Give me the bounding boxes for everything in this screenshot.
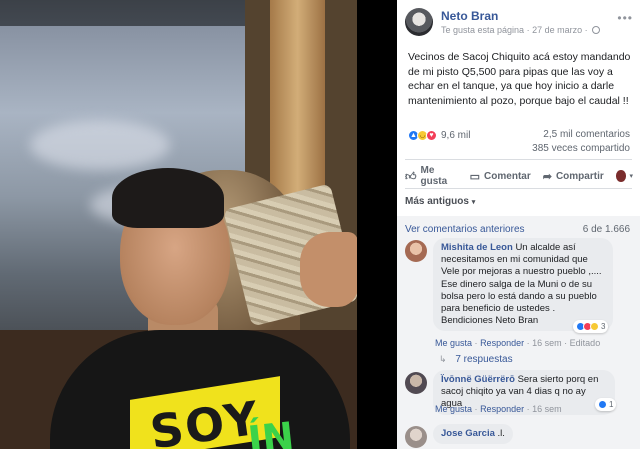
more-options-icon[interactable]: •••: [617, 11, 633, 25]
page-like-status: Te gusta esta página: [441, 25, 525, 35]
comments-section: Ver comentarios anteriores 6 de 1.666 Mi…: [397, 216, 640, 449]
replies-label: 7 respuestas: [455, 354, 513, 365]
acting-as-avatar[interactable]: [615, 170, 627, 182]
comment-actions: Me gusta · Responder · 16 sem: [435, 404, 562, 414]
comment-reply-link[interactable]: Responder: [480, 404, 524, 414]
comment-reaction-count: 3: [601, 322, 606, 331]
comment-time[interactable]: 16 sem: [532, 338, 562, 348]
share-button-label: Compartir: [555, 170, 604, 182]
like-button[interactable]: 👍︎ Me gusta: [405, 165, 458, 187]
man-hand: [300, 232, 357, 307]
author-avatar[interactable]: [405, 8, 433, 36]
meta-separator: ·: [584, 25, 588, 35]
share-button[interactable]: ➦ Compartir: [543, 170, 604, 183]
comment-author[interactable]: Ïvōnnë Güërrërō: [441, 374, 515, 385]
separator: ·: [474, 338, 478, 348]
comments-count[interactable]: 2,5 mil comentarios: [543, 129, 630, 140]
chevron-down-icon: ▾: [471, 199, 476, 206]
post-panel: Neto Bran Te gusta esta página · 27 de m…: [397, 0, 640, 449]
divider: [405, 159, 632, 160]
chevron-down-icon[interactable]: ▾: [629, 172, 633, 180]
comments-pager: 6 de 1.666: [582, 224, 630, 235]
post-photo[interactable]: SOY ÍN: [0, 0, 357, 449]
comment-like-link[interactable]: Me gusta: [435, 404, 472, 414]
view-replies-link[interactable]: ↳ 7 respuestas: [439, 354, 513, 365]
reactions-summary[interactable]: ▲ ◡ ♥ 9,6 mil: [408, 128, 470, 142]
comment-edited: Editado: [569, 338, 601, 348]
share-arrow-icon: ➦: [542, 170, 552, 183]
comment-sort-dropdown[interactable]: Más antiguos ▾: [405, 196, 475, 207]
comment-text: Un alcalde así necesitamos en mi comunid…: [441, 242, 602, 327]
post-header: Neto Bran Te gusta esta página · 27 de m…: [405, 8, 635, 40]
separator: ·: [564, 338, 568, 348]
separator: ·: [526, 338, 530, 348]
reply-arrow-icon: ↳: [439, 354, 447, 364]
view-previous-comments-link[interactable]: Ver comentarios anteriores: [405, 224, 525, 235]
comment-author[interactable]: Mishita de Leon: [441, 242, 513, 253]
comment: Ïvōnnë Güërrërō Sera sierto porq en saco…: [405, 370, 637, 416]
comment-bubble: Mishita de Leon Un alcalde así necesitam…: [433, 238, 613, 332]
post-text: Vecinos de Sacoj Chiquito acá estoy mand…: [408, 51, 631, 107]
separator: ·: [526, 404, 530, 414]
thumbs-up-icon: 👍︎: [405, 170, 417, 183]
comment-bubble: Jose Garcia .l.: [433, 424, 513, 445]
author-name[interactable]: Neto Bran: [441, 9, 498, 23]
action-bar: 👍︎ Me gusta ▭ Comentar ➦ Compartir ▾: [405, 165, 633, 187]
commenter-avatar[interactable]: [405, 426, 427, 448]
haha-reaction-icon: [590, 322, 599, 331]
comment-button-label: Comentar: [484, 170, 531, 182]
comment-like-link[interactable]: Me gusta: [435, 338, 472, 348]
meta-separator: ·: [526, 25, 530, 35]
shares-count[interactable]: 385 veces compartido: [532, 143, 630, 154]
love-reaction-icon: ♥: [426, 129, 437, 141]
comment-text: .l.: [497, 428, 505, 439]
comment: Jose Garcia .l.: [405, 424, 637, 449]
man-hair: [112, 168, 224, 228]
comment-reactions[interactable]: 1: [595, 398, 617, 411]
like-reaction-icon: [598, 400, 607, 409]
comment-actions: Me gusta · Responder · 16 sem · Editado: [435, 338, 600, 348]
reaction-count: 9,6 mil: [441, 129, 471, 141]
sort-label: Más antiguos: [405, 196, 469, 207]
separator: ·: [474, 404, 478, 414]
post-date[interactable]: 27 de marzo: [532, 25, 582, 35]
commenter-avatar[interactable]: [405, 240, 427, 262]
divider: [405, 188, 632, 189]
commenter-avatar[interactable]: [405, 372, 427, 394]
comment-button[interactable]: ▭ Comentar: [470, 170, 531, 183]
comment: Mishita de Leon Un alcalde así necesitam…: [405, 238, 637, 362]
shirt-text-green: ÍN: [245, 413, 297, 449]
comment-reactions[interactable]: 3: [573, 320, 609, 333]
post-meta: Te gusta esta página · 27 de marzo ·: [441, 25, 601, 35]
comment-reaction-count: 1: [609, 400, 614, 409]
comment-author[interactable]: Jose Garcia: [441, 428, 495, 439]
comment-reply-link[interactable]: Responder: [480, 338, 524, 348]
speech-bubble-icon: ▭: [469, 170, 481, 183]
comment-time[interactable]: 16 sem: [532, 404, 562, 414]
like-button-label: Me gusta: [420, 165, 448, 187]
globe-icon: [592, 26, 601, 34]
cloud: [30, 120, 170, 170]
